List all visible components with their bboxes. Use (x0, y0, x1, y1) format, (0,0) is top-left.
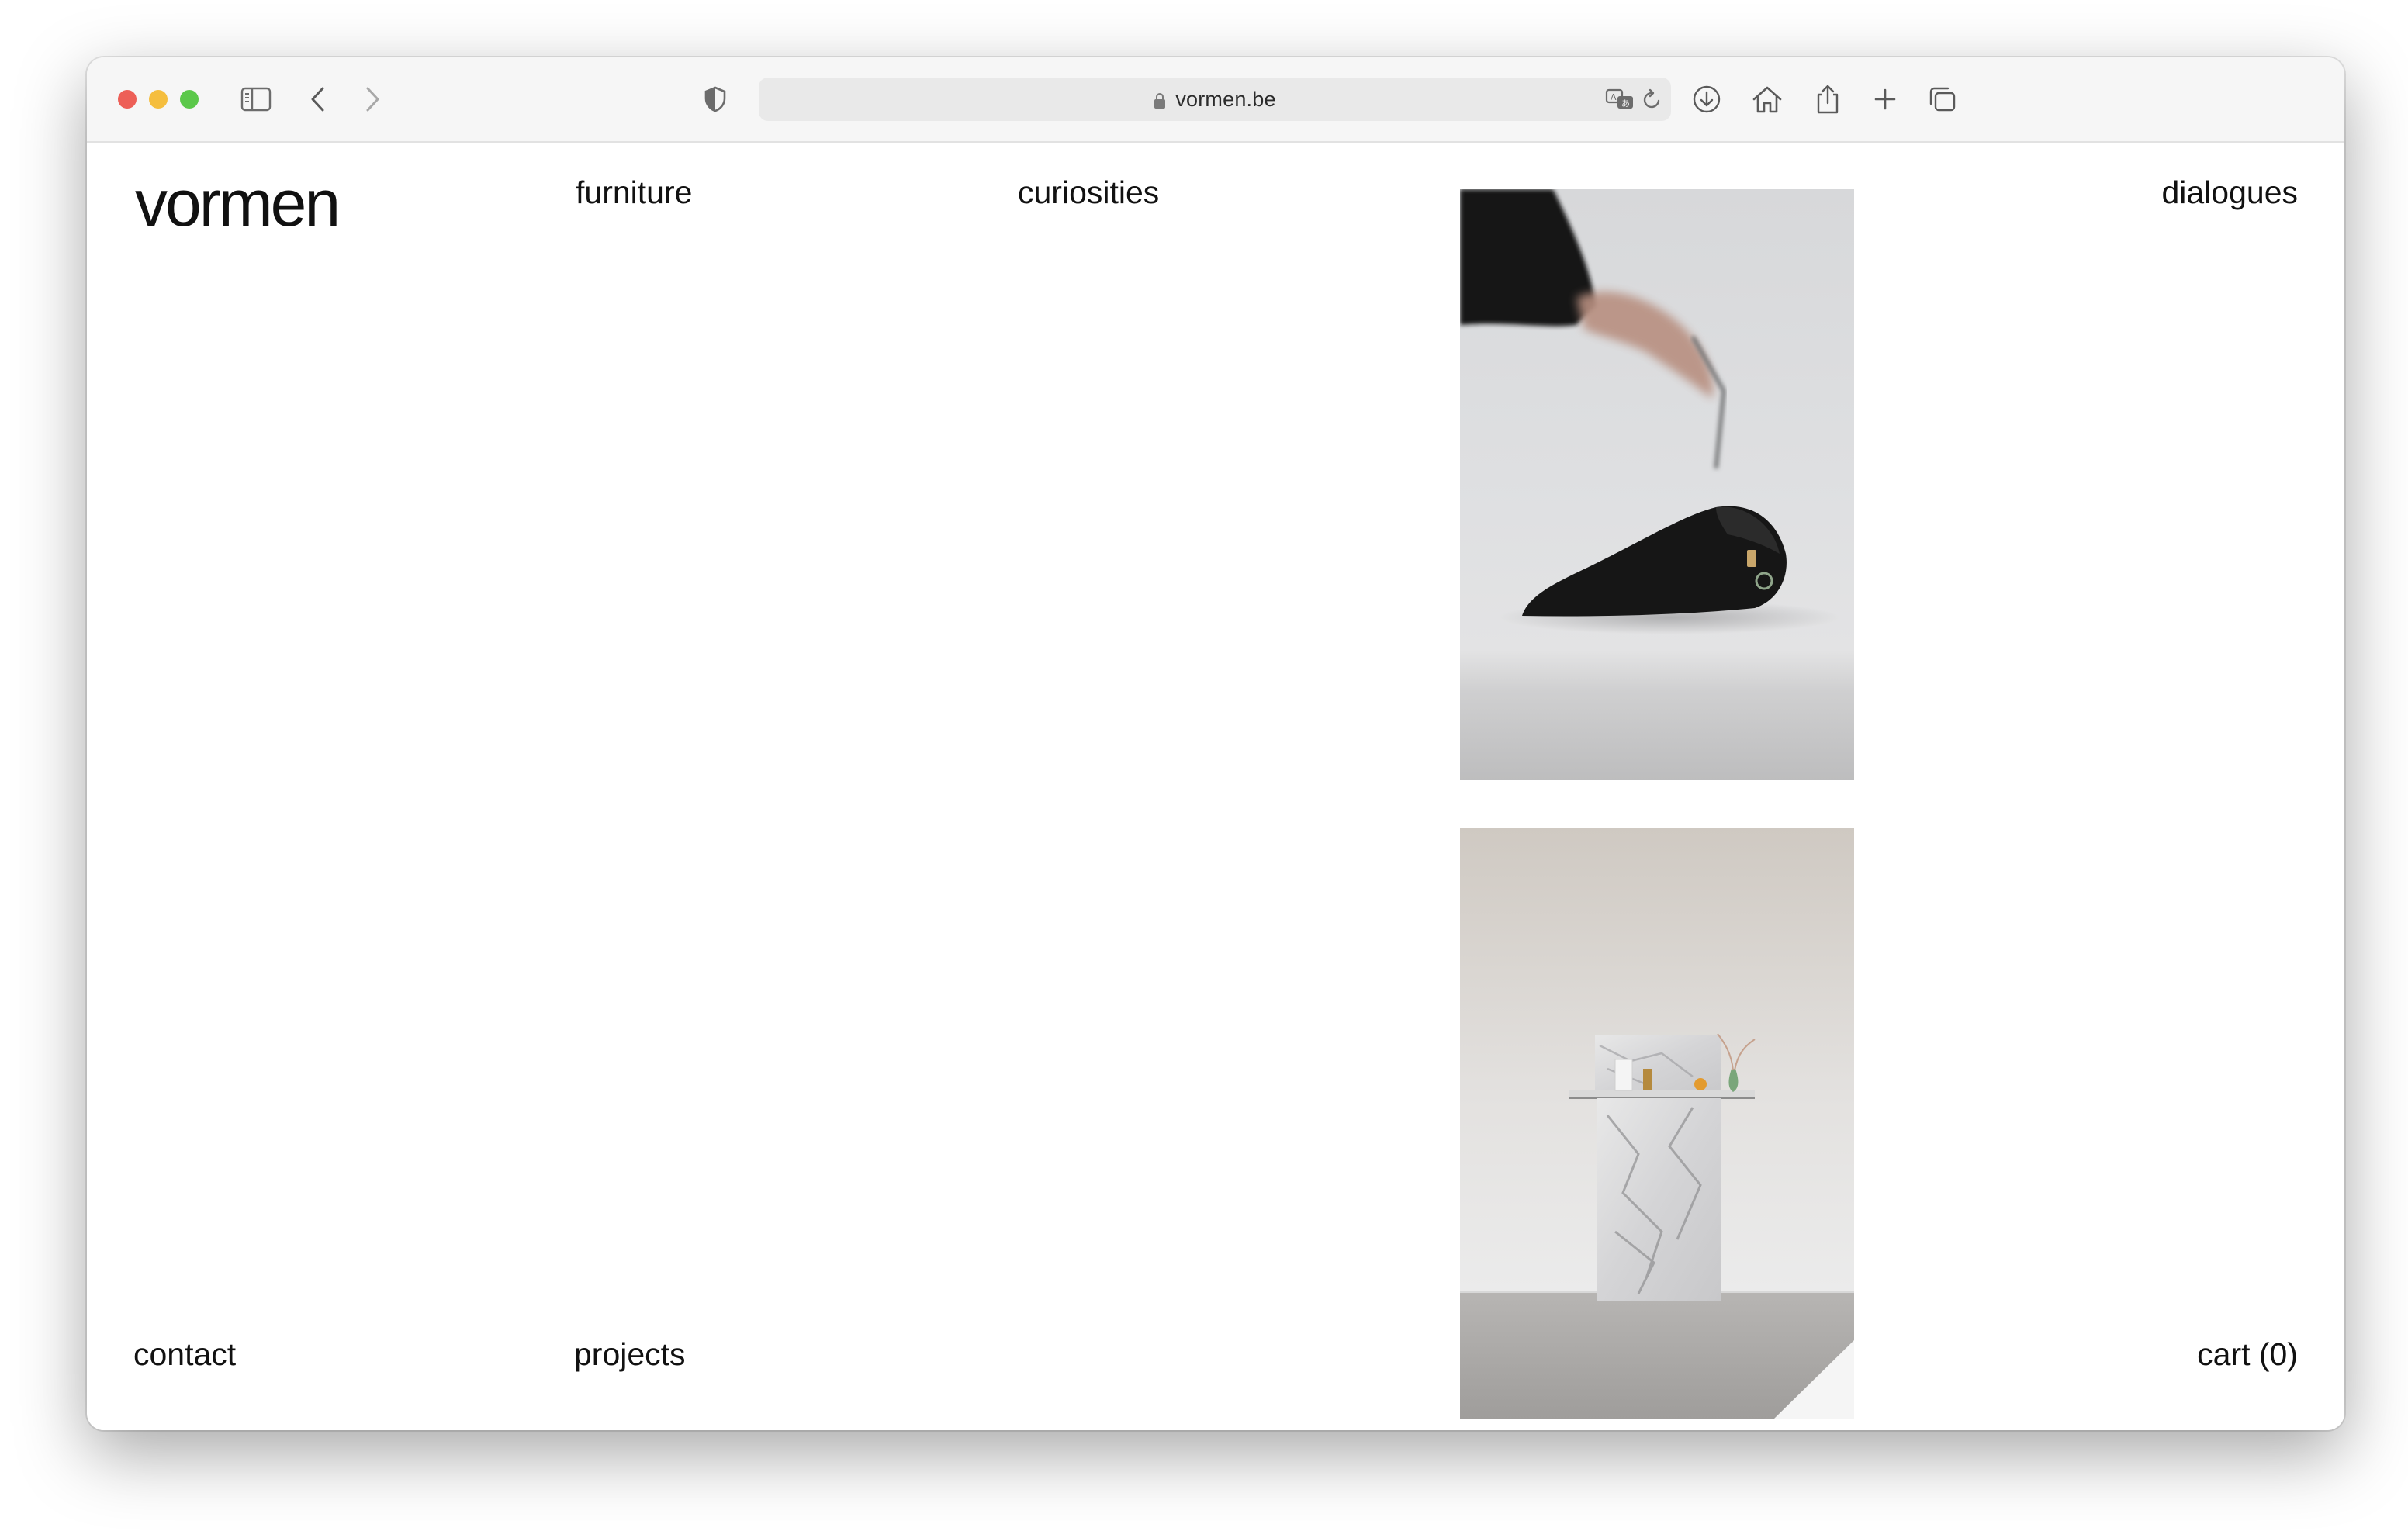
sidebar-icon[interactable] (237, 81, 275, 118)
browser-toolbar: vormen.be A あ (87, 57, 2344, 143)
close-window-button[interactable] (118, 90, 137, 109)
download-icon[interactable] (1688, 81, 1725, 118)
svg-text:A: A (1611, 92, 1617, 102)
minimize-window-button[interactable] (149, 90, 168, 109)
share-icon[interactable] (1809, 81, 1846, 118)
address-text-wrap: vormen.be (759, 78, 1671, 121)
browser-window: vormen.be A あ vormen furniture curiositi… (87, 57, 2344, 1430)
lock-icon (1154, 91, 1166, 109)
cart-link[interactable]: cart (0) (2197, 1339, 2298, 1370)
address-bar[interactable]: vormen.be A あ (759, 78, 1671, 121)
nav-dialogues-link[interactable]: dialogues (2161, 177, 2298, 209)
nav-furniture-link[interactable]: furniture (576, 177, 692, 209)
reload-icon[interactable] (1634, 81, 1671, 118)
nav-contact-link[interactable]: contact (133, 1339, 236, 1370)
translate-icon[interactable]: A あ (1601, 81, 1638, 118)
site-logo[interactable]: vormen (135, 171, 341, 236)
nav-curiosities-link[interactable]: curiosities (1018, 177, 1159, 209)
web-page: vormen furniture curiosities dialogues c… (87, 143, 2344, 1430)
product-photo-leather-tray[interactable] (1460, 189, 1854, 780)
tabs-overview-icon[interactable] (1924, 81, 1961, 118)
plus-icon[interactable] (1867, 81, 1904, 118)
home-icon[interactable] (1749, 81, 1786, 118)
shield-icon[interactable] (697, 81, 734, 118)
url-text: vormen.be (1175, 87, 1276, 111)
svg-text:あ: あ (1621, 98, 1630, 109)
nav-projects-link[interactable]: projects (574, 1339, 686, 1370)
screenshot-stage: vormen.be A あ vormen furniture curiositi… (0, 0, 2408, 1531)
product-photo-marble-console[interactable] (1460, 828, 1854, 1419)
chevron-left-icon[interactable] (299, 81, 337, 118)
chevron-right-icon[interactable] (354, 81, 391, 118)
zoom-window-button[interactable] (180, 90, 199, 109)
